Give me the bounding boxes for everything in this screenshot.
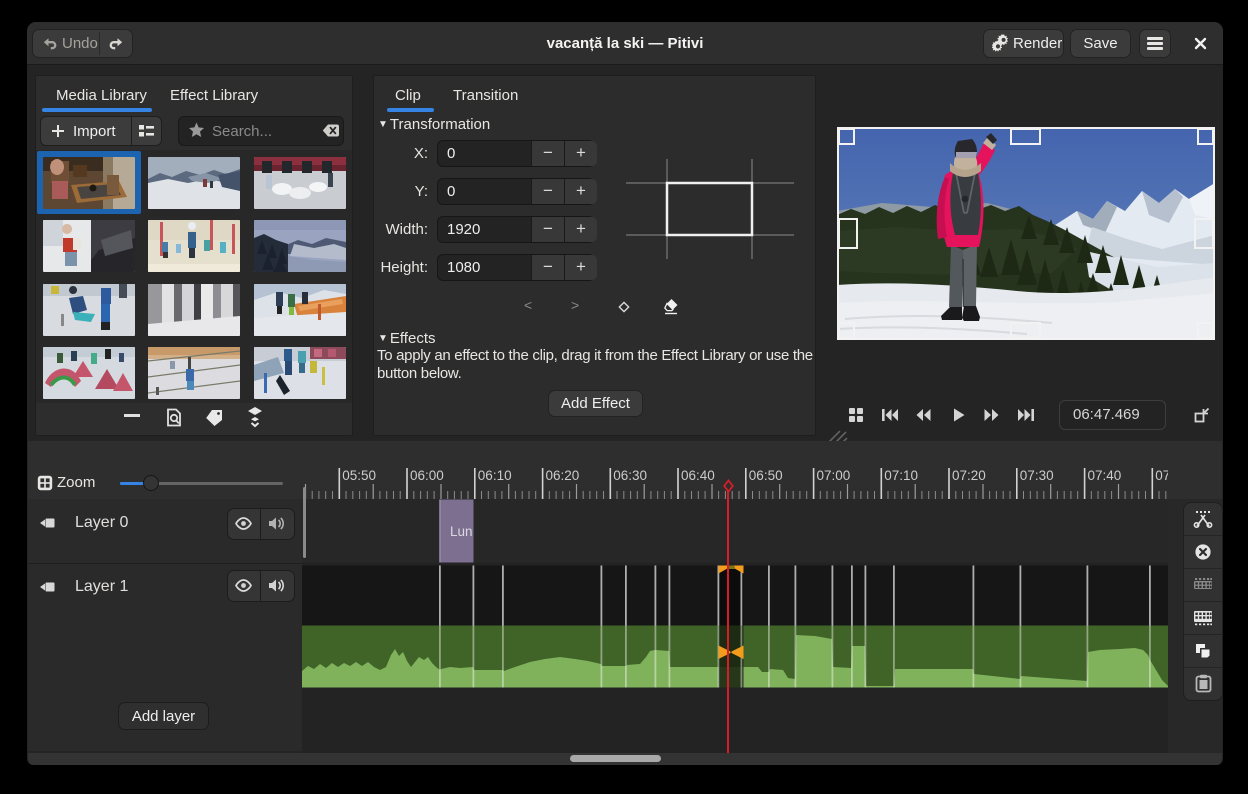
svg-text:06:20: 06:20 <box>546 468 580 483</box>
svg-text:05:50: 05:50 <box>342 468 376 483</box>
svg-text:06:00: 06:00 <box>410 468 444 483</box>
svg-text:07:50: 07:50 <box>1155 468 1168 483</box>
svg-text:06:10: 06:10 <box>478 468 512 483</box>
svg-text:07:10: 07:10 <box>884 468 918 483</box>
svg-text:06:30: 06:30 <box>613 468 647 483</box>
svg-text:06:50: 06:50 <box>749 468 783 483</box>
svg-text:Lun: Lun <box>450 524 473 539</box>
svg-text:06:40: 06:40 <box>681 468 715 483</box>
svg-text:07:40: 07:40 <box>1088 468 1122 483</box>
svg-text:07:30: 07:30 <box>1020 468 1054 483</box>
svg-text:07:20: 07:20 <box>952 468 986 483</box>
svg-text:07:00: 07:00 <box>817 468 851 483</box>
